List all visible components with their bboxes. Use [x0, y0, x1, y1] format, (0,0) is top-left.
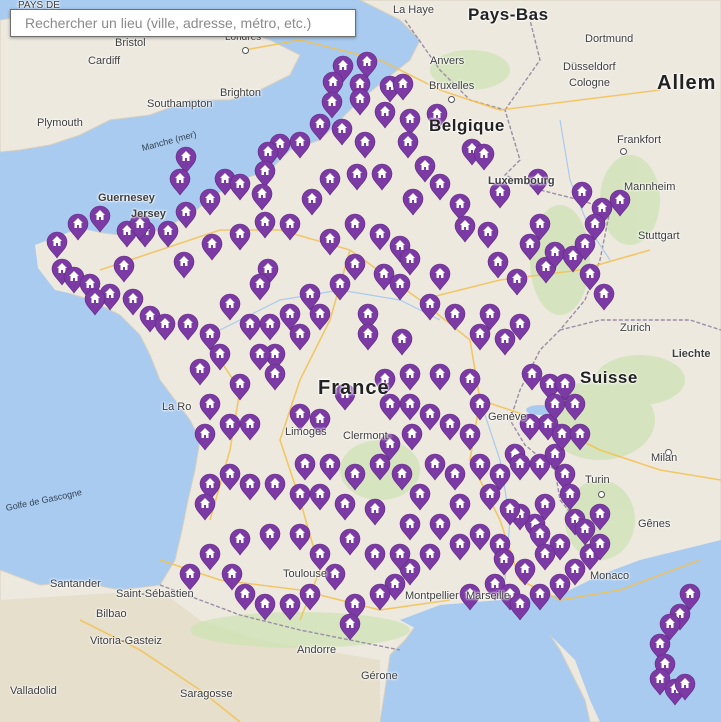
city-dot-londres [242, 47, 249, 54]
label-bruxelles: Bruxelles [429, 80, 475, 92]
label-brighton: Brighton [220, 87, 261, 99]
label-monaco: Monaco [590, 570, 630, 582]
marker-pin[interactable] [169, 168, 191, 196]
label-pays-bas: Pays-Bas [468, 5, 549, 24]
place-marker[interactable] [89, 205, 111, 233]
label-la-ro: La Ro [162, 401, 192, 413]
label-stuttgart: Stuttgart [638, 230, 680, 242]
map-canvas[interactable]: PAYS DE La Haye Pays-Bas Dortmund Bristo… [0, 0, 721, 722]
city-dot-turin [598, 491, 605, 498]
label-belgique: Belgique [429, 116, 505, 135]
label-anvers: Anvers [430, 55, 465, 67]
label-saint-sebastien: Saint-Sébastien [116, 588, 194, 600]
place-marker[interactable] [321, 91, 343, 119]
label-milan: Milan [651, 452, 678, 464]
search-input[interactable] [23, 14, 355, 32]
label-toulouse: Toulouse [283, 568, 328, 580]
label-cardiff: Cardiff [88, 55, 121, 67]
label-saragosse: Saragosse [180, 688, 233, 700]
label-luxembourg: Luxembourg [488, 175, 555, 187]
place-marker[interactable] [169, 168, 191, 196]
marker-pin[interactable] [84, 288, 106, 316]
label-france: France [318, 377, 390, 399]
city-dot-frankfort [620, 148, 627, 155]
marker-pin[interactable] [321, 91, 343, 119]
city-dot-bruxelles [448, 96, 455, 103]
label-gerone: Gérone [361, 670, 398, 682]
label-la-haye: La Haye [393, 4, 434, 16]
label-valladolid: Valladolid [10, 685, 57, 697]
label-genes: Gênes [638, 518, 671, 530]
label-suisse: Suisse [580, 368, 638, 387]
label-southampton: Southampton [147, 98, 213, 110]
label-plymouth: Plymouth [37, 117, 83, 129]
label-limoges: Limoges [285, 426, 327, 438]
label-turin: Turin [585, 474, 610, 486]
place-marker[interactable] [84, 288, 106, 316]
label-santander: Santander [50, 578, 101, 590]
label-andorre: Andorre [297, 644, 337, 656]
label-bilbao: Bilbao [96, 608, 127, 620]
label-clermont: Clermont- [343, 430, 392, 442]
label-mannheim: Mannheim [624, 181, 676, 193]
label-dusseldorf: Düsseldorf [563, 61, 616, 73]
label-liechte: Liechte [672, 348, 711, 360]
label-geneve: Genève [488, 411, 527, 423]
label-guernesey: Guernesey [98, 192, 155, 204]
label-zurich: Zurich [620, 322, 651, 334]
label-cologne: Cologne [569, 77, 610, 89]
label-dortmund: Dortmund [585, 33, 634, 45]
label-marseille: Marseille [466, 590, 511, 602]
label-frankfort: Frankfort [617, 134, 662, 146]
label-jersey: Jersey [131, 208, 166, 220]
label-montpellier: Montpellier [405, 590, 459, 602]
label-bristol: Bristol [115, 37, 146, 49]
label-vitoria: Vitoria-Gasteiz [90, 635, 162, 647]
marker-pin[interactable] [89, 205, 111, 233]
label-allem: Allem [657, 72, 717, 94]
place-search-box[interactable] [10, 9, 356, 37]
